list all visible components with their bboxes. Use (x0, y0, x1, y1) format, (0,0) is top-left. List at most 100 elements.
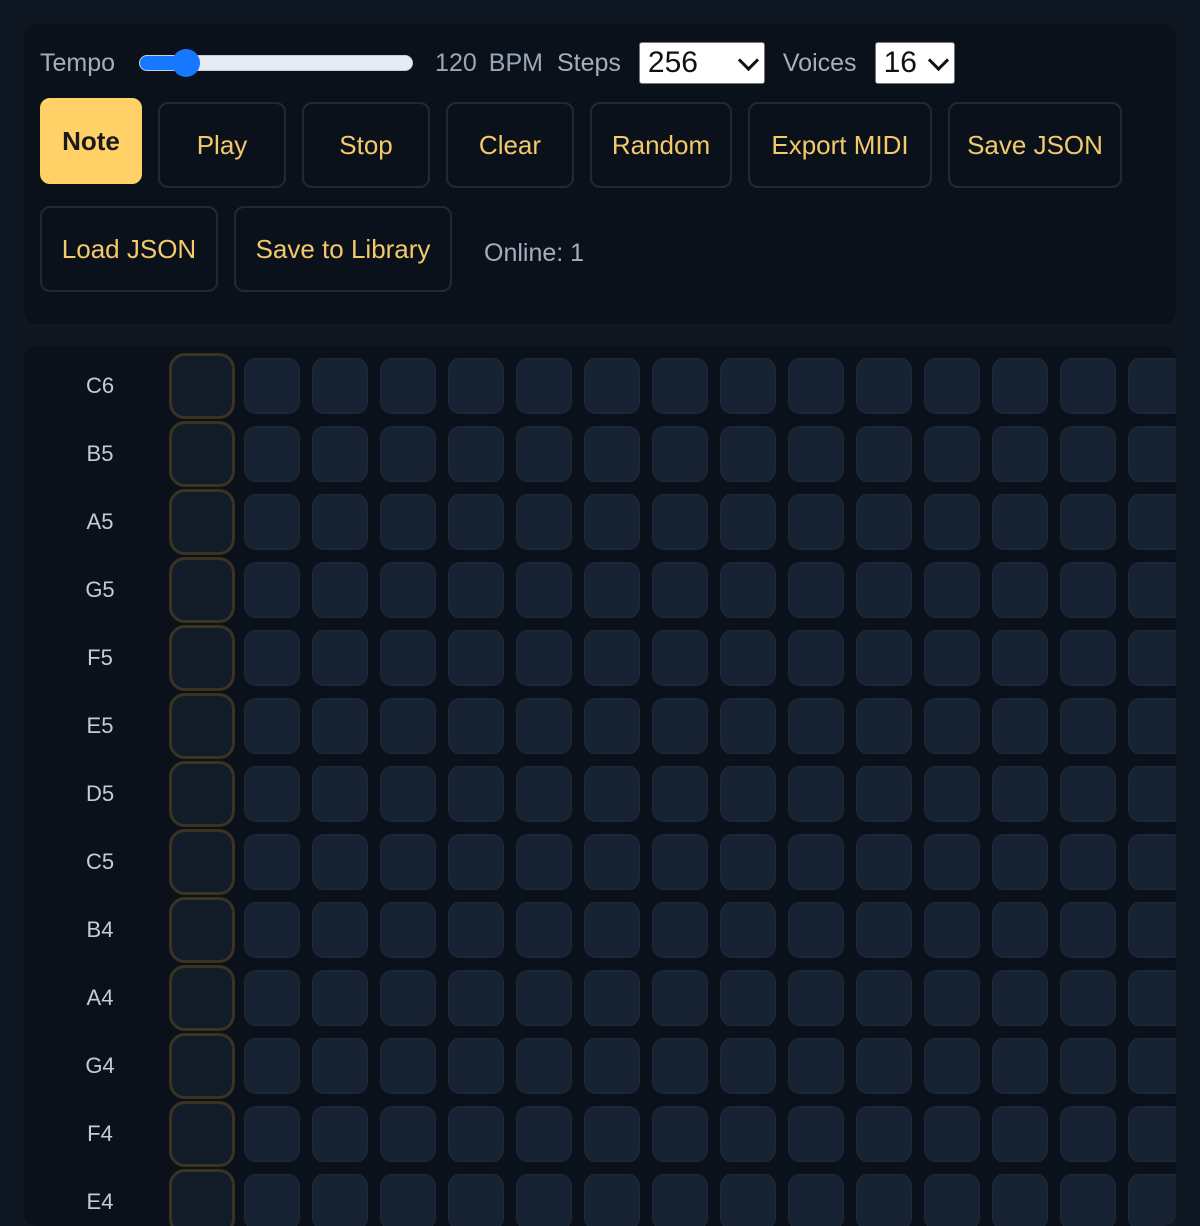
step-cell[interactable] (244, 562, 300, 618)
step-cell[interactable] (924, 902, 980, 958)
step-cell[interactable] (448, 834, 504, 890)
step-cell[interactable] (992, 766, 1048, 822)
step-cell[interactable] (584, 766, 640, 822)
step-cell[interactable] (652, 970, 708, 1026)
step-cell[interactable] (1128, 562, 1176, 618)
step-cell[interactable] (516, 902, 572, 958)
step-cell[interactable] (244, 698, 300, 754)
step-cell[interactable] (380, 358, 436, 414)
step-cell[interactable] (448, 1038, 504, 1094)
step-cell[interactable] (720, 358, 776, 414)
step-cell[interactable] (584, 698, 640, 754)
step-cell[interactable] (380, 834, 436, 890)
step-cell[interactable] (516, 562, 572, 618)
step-cell[interactable] (380, 494, 436, 550)
step-cell[interactable] (720, 698, 776, 754)
step-cell[interactable] (312, 1038, 368, 1094)
step-cell[interactable] (1128, 1174, 1176, 1226)
step-cell[interactable] (312, 494, 368, 550)
step-cell[interactable] (856, 1038, 912, 1094)
step-cell[interactable] (584, 562, 640, 618)
step-cell[interactable] (992, 494, 1048, 550)
step-cell[interactable] (312, 902, 368, 958)
step-cell[interactable] (312, 630, 368, 686)
note-button[interactable]: Note (40, 98, 142, 184)
step-cell-playhead[interactable] (169, 353, 235, 419)
step-cell[interactable] (380, 1038, 436, 1094)
step-cell[interactable] (652, 1038, 708, 1094)
step-cell[interactable] (652, 562, 708, 618)
step-cell[interactable] (924, 834, 980, 890)
step-cell[interactable] (788, 562, 844, 618)
step-cell[interactable] (516, 834, 572, 890)
step-cell[interactable] (448, 426, 504, 482)
step-cell[interactable] (584, 970, 640, 1026)
step-cell[interactable] (244, 834, 300, 890)
step-cell[interactable] (1060, 766, 1116, 822)
step-cell[interactable] (788, 1106, 844, 1162)
step-cell[interactable] (1128, 358, 1176, 414)
step-cell[interactable] (856, 970, 912, 1026)
step-cell[interactable] (992, 1106, 1048, 1162)
step-cell[interactable] (720, 426, 776, 482)
step-cell[interactable] (448, 494, 504, 550)
step-cell[interactable] (448, 358, 504, 414)
step-cell[interactable] (788, 426, 844, 482)
clear-button[interactable]: Clear (446, 102, 574, 188)
step-cell[interactable] (856, 766, 912, 822)
step-cell[interactable] (448, 1174, 504, 1226)
step-cell-playhead[interactable] (169, 1033, 235, 1099)
step-cell[interactable] (1060, 630, 1116, 686)
step-cell-playhead[interactable] (169, 965, 235, 1031)
step-cell[interactable] (1060, 1174, 1116, 1226)
step-cell[interactable] (924, 1106, 980, 1162)
step-cell[interactable] (788, 766, 844, 822)
step-cell[interactable] (584, 902, 640, 958)
step-cell[interactable] (312, 1174, 368, 1226)
stop-button[interactable]: Stop (302, 102, 430, 188)
step-cell[interactable] (1060, 1106, 1116, 1162)
step-cell[interactable] (312, 1106, 368, 1162)
random-button[interactable]: Random (590, 102, 732, 188)
step-cell[interactable] (516, 630, 572, 686)
step-cell[interactable] (924, 970, 980, 1026)
step-cell[interactable] (312, 698, 368, 754)
step-cell[interactable] (720, 766, 776, 822)
step-cell[interactable] (584, 630, 640, 686)
step-cell[interactable] (380, 902, 436, 958)
step-cell[interactable] (856, 1174, 912, 1226)
step-cell[interactable] (244, 1174, 300, 1226)
step-cell[interactable] (924, 1174, 980, 1226)
step-cell[interactable] (992, 698, 1048, 754)
step-cell[interactable] (856, 698, 912, 754)
step-cell[interactable] (720, 902, 776, 958)
step-cell[interactable] (584, 358, 640, 414)
step-cell[interactable] (1128, 834, 1176, 890)
step-cell[interactable] (992, 630, 1048, 686)
step-cell[interactable] (1060, 426, 1116, 482)
step-cell[interactable] (992, 358, 1048, 414)
step-cell[interactable] (312, 562, 368, 618)
step-cell[interactable] (516, 426, 572, 482)
step-cell[interactable] (788, 698, 844, 754)
step-cell[interactable] (856, 834, 912, 890)
step-cell[interactable] (924, 698, 980, 754)
step-cell[interactable] (244, 970, 300, 1026)
step-cell[interactable] (244, 1038, 300, 1094)
step-cell-playhead[interactable] (169, 897, 235, 963)
step-cell[interactable] (720, 1038, 776, 1094)
step-cell[interactable] (720, 630, 776, 686)
step-cell[interactable] (448, 970, 504, 1026)
step-cell[interactable] (856, 630, 912, 686)
step-cell[interactable] (992, 1174, 1048, 1226)
step-cell[interactable] (652, 834, 708, 890)
step-cell[interactable] (856, 902, 912, 958)
step-cell[interactable] (1060, 1038, 1116, 1094)
step-cell[interactable] (380, 970, 436, 1026)
step-cell[interactable] (380, 630, 436, 686)
step-cell[interactable] (1060, 902, 1116, 958)
step-cell[interactable] (856, 494, 912, 550)
step-cell[interactable] (380, 1174, 436, 1226)
step-cell[interactable] (244, 494, 300, 550)
step-cell[interactable] (1128, 630, 1176, 686)
